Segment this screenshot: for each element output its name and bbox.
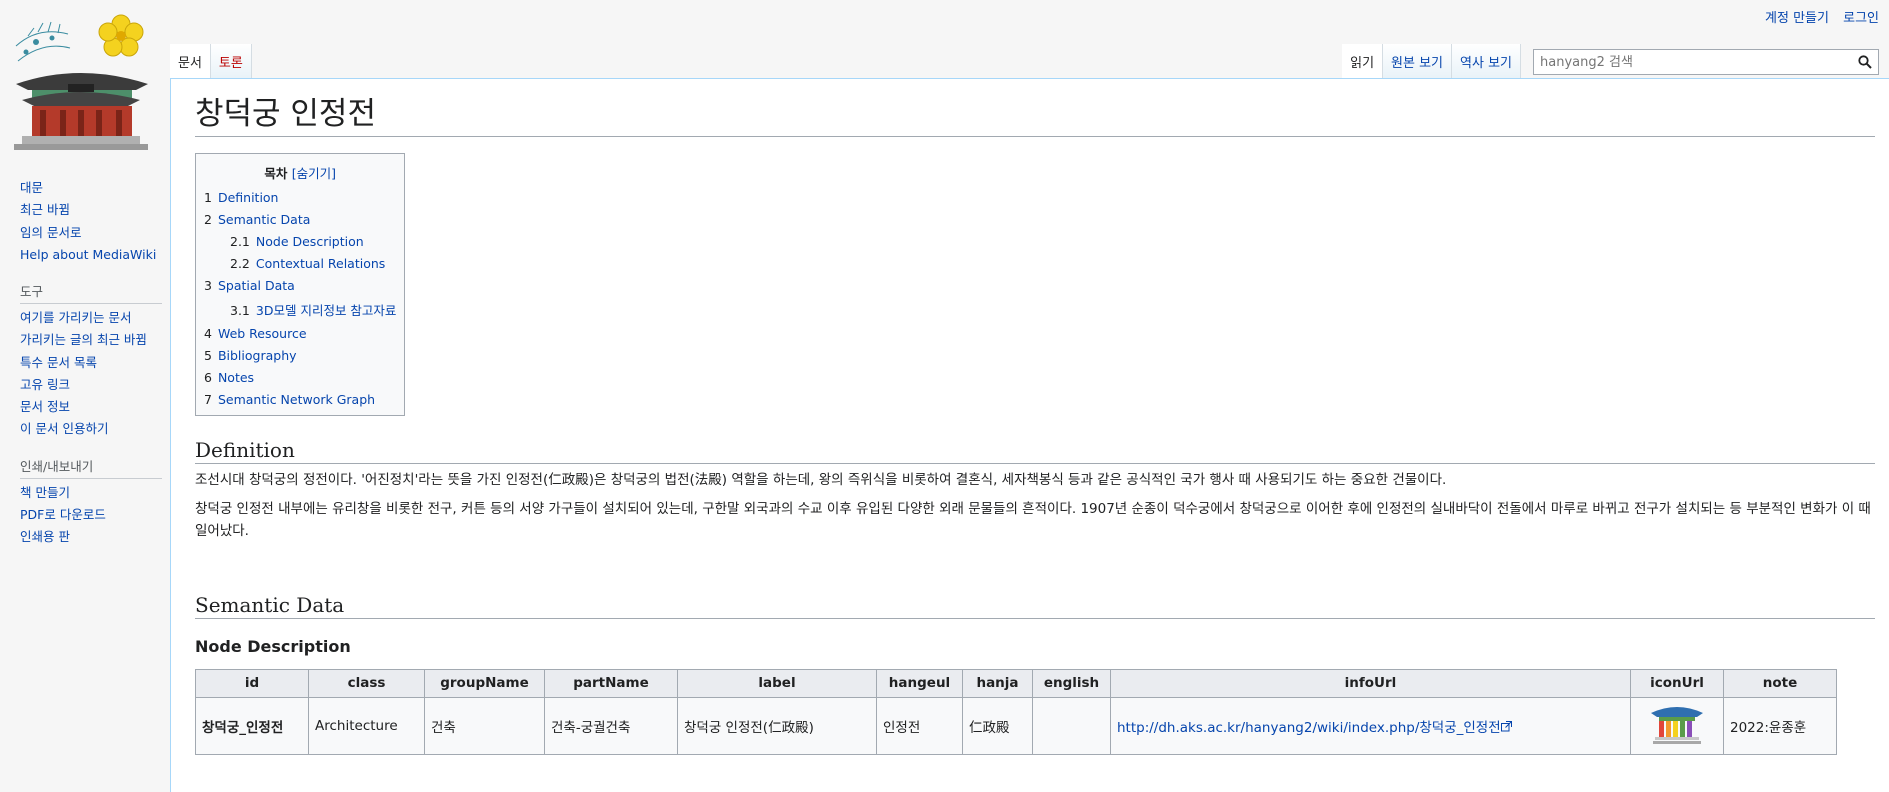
table-header-row: id class groupName partName label hangeu…: [195, 668, 1837, 698]
column-header-hangeul: hangeul: [876, 668, 963, 698]
cell-hangeul: 인정전: [876, 696, 963, 755]
subsection-heading-node-description: Node Description: [195, 636, 351, 656]
definition-paragraph-1: 조선시대 창덕궁의 정전이다. '어진정치'라는 뜻을 가진 인정전(仁政殿)은…: [195, 471, 1447, 488]
toc-item-contextual-relations[interactable]: 2.2 Contextual Relations: [230, 256, 385, 271]
toc-item-spatial-data[interactable]: 3 Spatial Data: [204, 278, 295, 293]
node-description-table: id class groupName partName label hangeu…: [195, 668, 1837, 755]
toc-item-3d-model[interactable]: 3.1 3D모델 지리정보 참고자료: [230, 303, 396, 318]
tab-read[interactable]: 읽기: [1342, 44, 1384, 79]
cell-note: 2022:윤종훈: [1723, 696, 1837, 755]
sidebar-item-printable[interactable]: 인쇄용 판: [20, 529, 162, 545]
main-content: 창덕궁 인정전 목차 [숨기기] 1 Definition 2 Semantic D…: [170, 78, 1889, 792]
column-header-class: class: [308, 668, 425, 698]
site-logo[interactable]: [8, 6, 154, 154]
column-header-note: note: [1723, 668, 1837, 698]
toc-header: 목차 [숨기기]: [204, 163, 396, 182]
cell-id: 창덕궁_인정전: [195, 696, 309, 755]
sidebar-item-special-pages[interactable]: 특수 문서 목록: [20, 355, 162, 371]
cell-english: [1032, 696, 1111, 755]
external-link-icon: [1500, 720, 1512, 736]
search-box: [1533, 49, 1879, 75]
toc-hide-toggle[interactable]: [숨기기]: [292, 166, 336, 181]
tab-view-source[interactable]: 원본 보기: [1383, 44, 1453, 79]
sidebar-navigation: 대문 최근 바뀜 임의 문서로 Help about MediaWiki: [0, 180, 170, 263]
info-url-link[interactable]: http://dh.aks.ac.kr/hanyang2/wiki/index.…: [1117, 720, 1501, 736]
column-header-iconurl: iconUrl: [1630, 668, 1724, 698]
toc-item-semantic-network-graph[interactable]: 7 Semantic Network Graph: [204, 392, 375, 407]
page-title: 창덕궁 인정전: [195, 95, 1875, 137]
sidebar-item-related-changes[interactable]: 가리키는 글의 최근 바뀜: [20, 332, 162, 348]
sidebar-item-random-page[interactable]: 임의 문서로: [20, 225, 162, 241]
namespace-tabs: 문서 토론: [170, 44, 252, 79]
sidebar-item-main-page[interactable]: 대문: [20, 180, 162, 196]
tab-history[interactable]: 역사 보기: [1452, 44, 1521, 79]
sidebar-item-help[interactable]: Help about MediaWiki: [20, 247, 162, 263]
cell-label: 창덕궁 인정전(仁政殿): [677, 696, 877, 755]
sidebar-item-create-book[interactable]: 책 만들기: [20, 485, 162, 501]
cell-iconurl: [1630, 696, 1724, 755]
column-header-english: english: [1032, 668, 1111, 698]
sidebar-item-download-pdf[interactable]: PDF로 다운로드: [20, 507, 162, 523]
cell-hanja: 仁政殿: [962, 696, 1033, 755]
column-header-hanja: hanja: [962, 668, 1033, 698]
toc-title: 목차: [264, 165, 288, 181]
sidebar-tools-heading: 도구: [20, 281, 162, 304]
toc-item-semantic-data[interactable]: 2 Semantic Data: [204, 212, 310, 227]
toc-item-notes[interactable]: 6 Notes: [204, 370, 254, 385]
definition-paragraph-2: 창덕궁 인정전 내부에는 유리창을 비롯한 전구, 커튼 등의 서양 가구들이 …: [195, 501, 1871, 539]
cell-partname: 건축-궁궐건축: [544, 696, 678, 755]
column-header-infourl: infoUrl: [1110, 668, 1631, 698]
sidebar-item-what-links-here[interactable]: 여기를 가리키는 문서: [20, 310, 162, 326]
view-tabs: 읽기 원본 보기 역사 보기: [1342, 44, 1879, 79]
toc-item-node-description[interactable]: 2.1 Node Description: [230, 234, 364, 249]
sidebar-tools: 도구 여기를 가리키는 문서 가리키는 글의 최근 바뀜 특수 문서 목록 고유…: [0, 281, 170, 438]
search-icon[interactable]: [1852, 50, 1878, 74]
palace-gate-icon[interactable]: [1649, 706, 1705, 749]
column-header-groupname: groupName: [424, 668, 545, 698]
cell-infourl: http://dh.aks.ac.kr/hanyang2/wiki/index.…: [1110, 696, 1631, 755]
section-heading-definition: Definition: [195, 438, 1875, 464]
sidebar-item-page-info[interactable]: 문서 정보: [20, 399, 162, 415]
column-header-id: id: [195, 668, 309, 698]
sidebar-item-permanent-link[interactable]: 고유 링크: [20, 377, 162, 393]
sidebar: 대문 최근 바뀜 임의 문서로 Help about MediaWiki 도구 …: [0, 180, 170, 563]
sidebar-item-recent-changes[interactable]: 최근 바뀜: [20, 202, 162, 218]
table-row: 창덕궁_인정전 Architecture 건축 건축-궁궐건축 창덕궁 인정전(…: [195, 696, 1837, 755]
sidebar-print-heading: 인쇄/내보내기: [20, 456, 162, 479]
tab-discussion[interactable]: 토론: [210, 44, 252, 79]
sidebar-print: 인쇄/내보내기 책 만들기 PDF로 다운로드 인쇄용 판: [0, 456, 170, 546]
tab-page[interactable]: 문서: [170, 44, 211, 79]
create-account-link[interactable]: 계정 만들기: [1765, 11, 1829, 26]
toc-item-bibliography[interactable]: 5 Bibliography: [204, 348, 297, 363]
personal-tools: 계정 만들기 로그인: [1755, 7, 1879, 26]
section-heading-semantic-data: Semantic Data: [195, 593, 1875, 619]
sidebar-item-cite[interactable]: 이 문서 인용하기: [20, 421, 162, 437]
cell-groupname: 건축: [424, 696, 545, 755]
column-header-partname: partName: [544, 668, 678, 698]
table-of-contents: 목차 [숨기기] 1 Definition 2 Semantic Data 2.1 N…: [195, 152, 406, 416]
toc-item-web-resource[interactable]: 4 Web Resource: [204, 326, 307, 341]
column-header-label: label: [677, 668, 877, 698]
search-input[interactable]: [1534, 54, 1852, 70]
login-link[interactable]: 로그인: [1843, 11, 1879, 26]
cell-class: Architecture: [308, 696, 425, 755]
toc-item-definition[interactable]: 1 Definition: [204, 190, 278, 205]
